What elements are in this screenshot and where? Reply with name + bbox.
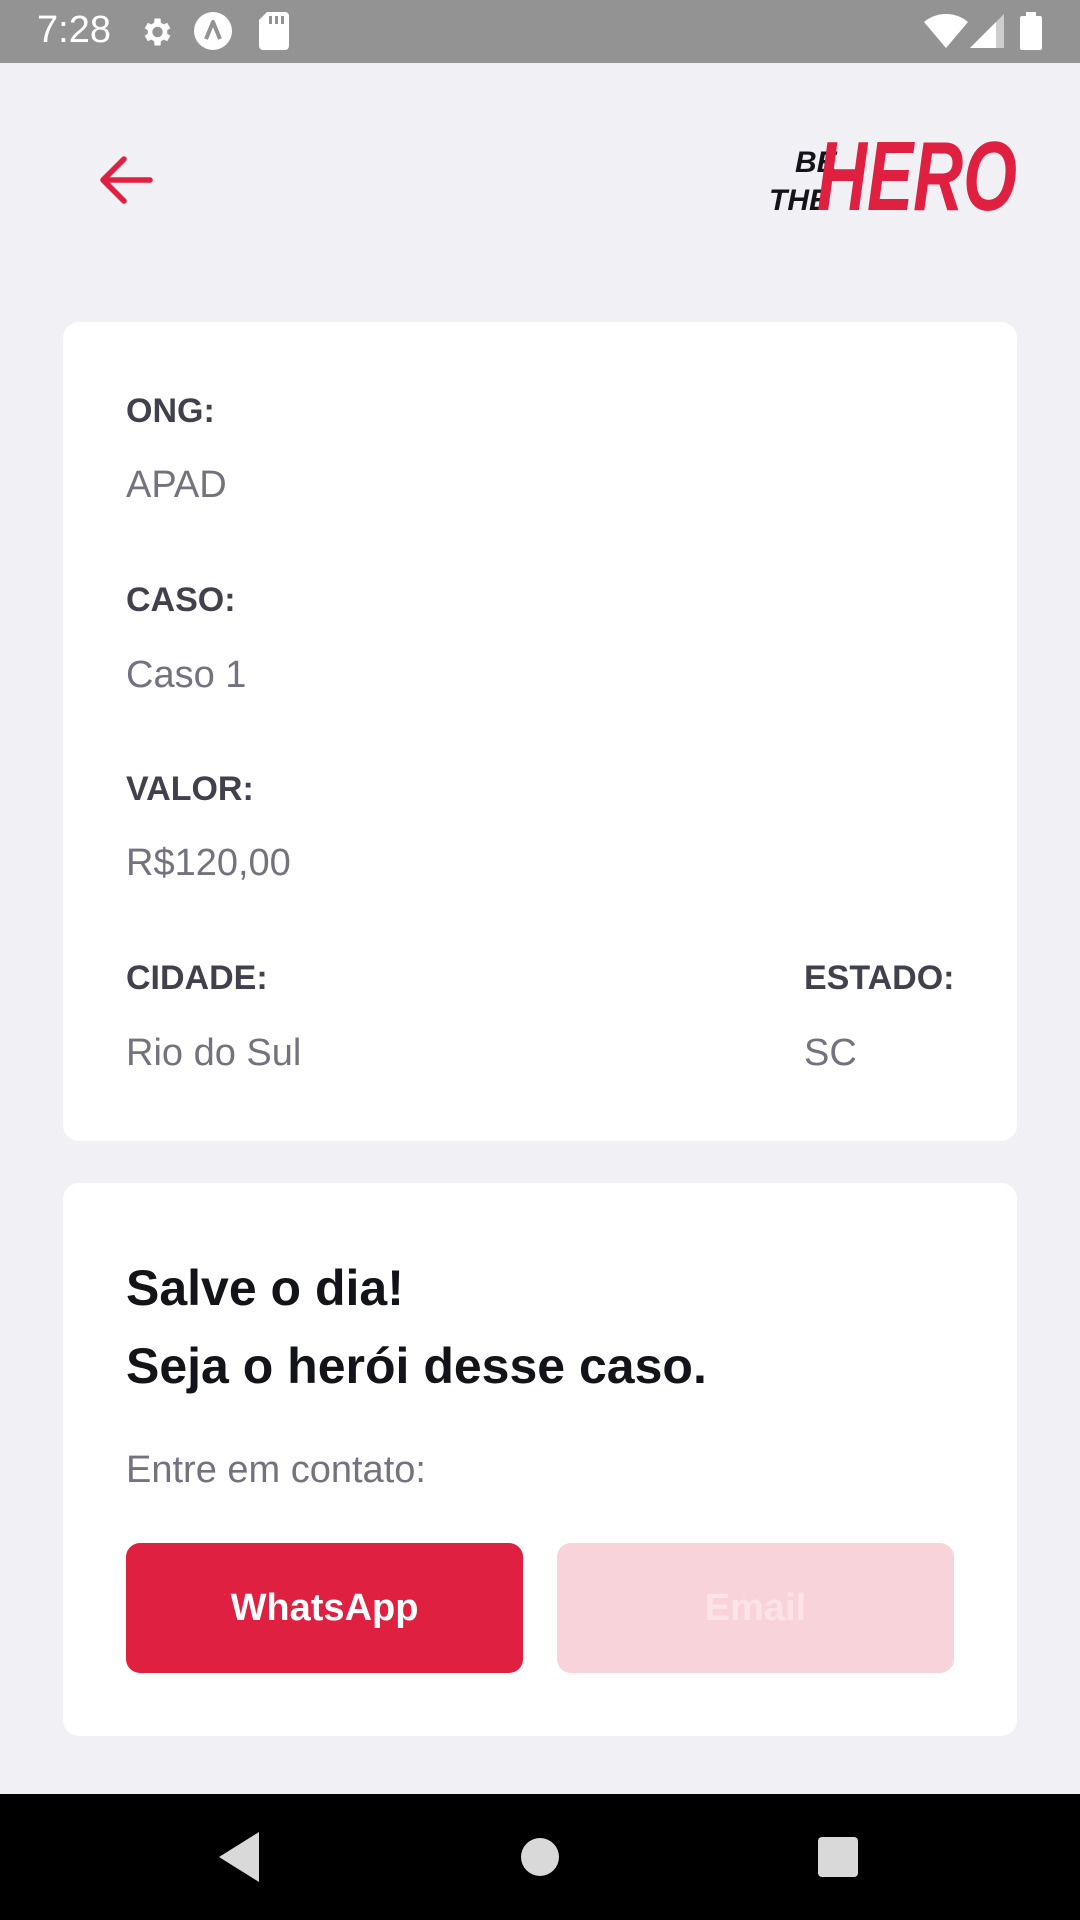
svg-text:HERO: HERO [817,124,1017,231]
contact-title-line1: Salve o dia! [126,1260,404,1316]
contact-subtitle: Entre em contato: [126,1449,426,1491]
caso-value: Caso 1 [126,654,247,696]
wifi-icon [924,14,968,48]
recents-square-icon[interactable] [805,1824,871,1890]
app-notification-icon [194,12,232,50]
cellular-signal-icon [970,14,1004,48]
home-circle-icon[interactable] [507,1824,573,1890]
caso-label: CASO: [126,581,236,619]
navigation-bar [0,1794,1080,1920]
screen: 7:28 BE THE HERO ONG: APAD CASO: Caso 1 … [0,0,1080,1920]
contact-title-line2: Seja o herói desse caso. [126,1338,707,1394]
whatsapp-button-label: WhatsApp [230,1586,419,1629]
incident-card: ONG: APAD CASO: Caso 1 VALOR: R$120,00 C… [63,322,1017,1141]
estado-value: SC [804,1032,857,1074]
status-bar: 7:28 [0,0,1080,63]
contact-card: Salve o dia! Seja o herói desse caso. En… [63,1183,1017,1736]
email-button[interactable]: Email [557,1543,954,1673]
arrow-left-icon[interactable] [96,150,156,210]
whatsapp-button[interactable]: WhatsApp [126,1543,523,1673]
valor-value: R$120,00 [126,842,291,884]
ong-label: ONG: [126,392,215,430]
back-triangle-icon[interactable] [205,1824,271,1890]
be-the-hero-logo: BE THE HERO [769,124,1017,231]
cidade-value: Rio do Sul [126,1032,302,1074]
sd-card-icon [259,12,289,50]
valor-label: VALOR: [126,770,254,808]
settings-gear-icon [144,18,171,46]
battery-icon [1020,12,1042,50]
estado-label: ESTADO: [804,959,955,997]
status-time: 7:28 [37,9,111,51]
email-button-label: Email [704,1586,807,1629]
cidade-label: CIDADE: [126,959,268,997]
ong-value: APAD [126,464,227,506]
